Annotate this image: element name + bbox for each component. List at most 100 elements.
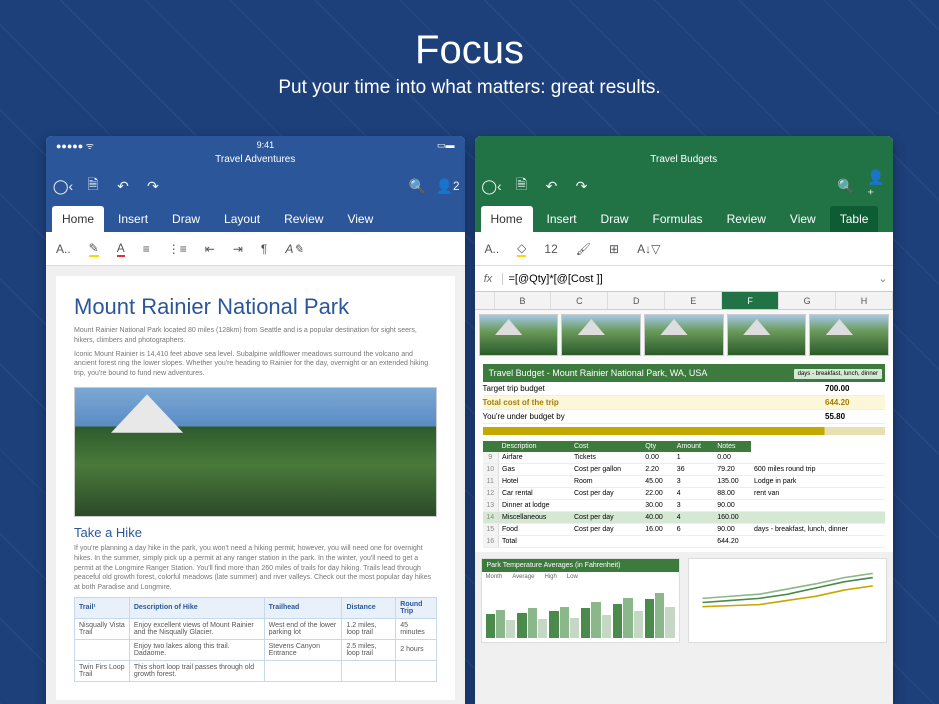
- tab-layout[interactable]: Layout: [214, 206, 270, 232]
- legend-item: Month: [486, 574, 503, 580]
- expense-table[interactable]: DescriptionCostQtyAmountNotes 9AirfareTi…: [483, 441, 886, 548]
- indent-icon[interactable]: ⇥: [233, 242, 243, 256]
- fx-label: fx: [475, 273, 503, 285]
- table-header: Distance: [342, 597, 396, 618]
- tab-draw[interactable]: Draw: [591, 206, 639, 232]
- tab-review[interactable]: Review: [274, 206, 333, 232]
- table-row[interactable]: 11HotelRoom45.003135.00Lodge in park: [483, 476, 886, 488]
- styles-icon[interactable]: A✎: [285, 242, 303, 256]
- undo-icon[interactable]: ↶: [114, 177, 132, 195]
- tab-table[interactable]: Table: [830, 206, 879, 232]
- col-header[interactable]: B: [495, 292, 552, 309]
- bar-group: [645, 586, 675, 638]
- bar-group: [613, 586, 643, 638]
- budget-bar: [483, 427, 886, 435]
- back-icon[interactable]: ◯‹: [483, 177, 501, 195]
- file-icon[interactable]: 🗎: [513, 177, 531, 195]
- col-header[interactable]: D: [608, 292, 665, 309]
- tab-insert[interactable]: Insert: [108, 206, 158, 232]
- col-header[interactable]: F: [722, 292, 779, 309]
- table-row: Twin Firs Loop TrailThis short loop trai…: [75, 660, 437, 681]
- doc-para: Iconic Mount Rainier is 14,410 feet abov…: [74, 350, 437, 379]
- font-picker[interactable]: A..: [485, 242, 500, 256]
- search-icon[interactable]: 🔍: [837, 177, 855, 195]
- numbering-icon[interactable]: ⋮≡: [168, 242, 187, 256]
- bullets-icon[interactable]: ≡: [143, 242, 150, 256]
- account-icon[interactable]: 👤2: [439, 177, 457, 195]
- table-row[interactable]: 12Car rentalCost per day22.00488.00rent …: [483, 488, 886, 500]
- formula-bar: fx ⌄: [475, 266, 894, 292]
- legend-item: Low: [567, 574, 578, 580]
- temperature-line-chart: [688, 558, 887, 643]
- redo-icon[interactable]: ↷: [573, 177, 591, 195]
- word-pane: ●●●●● ᯤ 9:41 ▭▬ Travel Adventures ◯‹ 🗎 ↶…: [46, 136, 465, 704]
- fill-color-icon[interactable]: ◇: [517, 241, 526, 257]
- bar-group: [517, 586, 547, 638]
- tab-view[interactable]: View: [337, 206, 383, 232]
- undo-icon[interactable]: ↶: [543, 177, 561, 195]
- table-header: Description of Hike: [129, 597, 264, 618]
- budget-row: Target trip budget700.00: [483, 382, 886, 396]
- highlight-icon[interactable]: ✎: [89, 241, 99, 257]
- col-header[interactable]: C: [551, 292, 608, 309]
- word-ribbon: A.. ✎ A ≡ ⋮≡ ⇤ ⇥ ¶ A✎: [46, 232, 465, 266]
- col-header[interactable]: E: [665, 292, 722, 309]
- word-toolbar: ◯‹ 🗎 ↶ ↷ 🔍 👤2: [46, 170, 465, 202]
- redo-icon[interactable]: ↷: [144, 177, 162, 195]
- trails-table: Trail¹Description of HikeTrailheadDistan…: [74, 597, 437, 682]
- tab-review[interactable]: Review: [717, 206, 776, 232]
- sort-filter-icon[interactable]: A↓▽: [637, 242, 660, 256]
- budget-sheet: Travel Budget - Mount Rainier National P…: [475, 360, 894, 552]
- table-row: Nisqually Vista TrailEnjoy excellent vie…: [75, 618, 437, 639]
- chevron-down-icon[interactable]: ⌄: [873, 272, 893, 285]
- doc-image: [74, 387, 437, 517]
- column-headers[interactable]: BCDEFGH: [475, 292, 894, 310]
- chart-title: Park Temperature Averages (in Fahrenheit…: [482, 559, 679, 572]
- table-row[interactable]: 10GasCost per gallon2.203679.20600 miles…: [483, 464, 886, 476]
- col-header[interactable]: H: [836, 292, 893, 309]
- excel-tabs: HomeInsertDrawFormulasReviewViewTable: [475, 202, 894, 232]
- table-row[interactable]: 9AirfareTickets0.0010.00: [483, 452, 886, 464]
- file-icon[interactable]: 🗎: [84, 177, 102, 195]
- tab-draw[interactable]: Draw: [162, 206, 210, 232]
- table-row[interactable]: 15FoodCost per day16.00690.00days - brea…: [483, 524, 886, 536]
- outdent-icon[interactable]: ⇤: [205, 242, 215, 256]
- word-tabs: HomeInsertDrawLayoutReviewView: [46, 202, 465, 232]
- thumbnail: [644, 314, 724, 356]
- format-painter-icon[interactable]: 🖌: [576, 242, 591, 256]
- tab-formulas[interactable]: Formulas: [643, 206, 713, 232]
- thumbnail: [809, 314, 889, 356]
- excel-toolbar: ◯‹ 🗎 ↶ ↷ 🔍 👤⁺: [475, 170, 894, 202]
- tab-home[interactable]: Home: [52, 206, 104, 232]
- thumbnail: [727, 314, 807, 356]
- table-row[interactable]: 14MiscellaneousCost per day40.004160.00: [483, 512, 886, 524]
- search-icon[interactable]: 🔍: [409, 177, 427, 195]
- table-row[interactable]: 16Total644.20: [483, 536, 886, 548]
- excel-pane: Travel Budgets ◯‹ 🗎 ↶ ↷ 🔍 👤⁺ HomeInsertD…: [475, 136, 894, 704]
- tab-home[interactable]: Home: [481, 206, 533, 232]
- doc-para: If you're planning a day hike in the par…: [74, 544, 437, 593]
- table-header: Round Trip: [396, 597, 436, 618]
- excel-content[interactable]: Travel Budget - Mount Rainier National P…: [475, 310, 894, 704]
- table-row[interactable]: 13Dinner at lodge30.00390.00: [483, 500, 886, 512]
- insert-cells-icon[interactable]: ⊞: [609, 242, 619, 256]
- share-icon[interactable]: 👤⁺: [867, 177, 885, 195]
- font-picker[interactable]: A..: [56, 242, 71, 256]
- legend-item: High: [544, 574, 556, 580]
- font-color-icon[interactable]: A: [117, 241, 125, 257]
- tab-insert[interactable]: Insert: [537, 206, 587, 232]
- battery-icon: ▭▬: [437, 140, 455, 151]
- carrier-dots: ●●●●● ᯤ: [56, 139, 94, 152]
- word-content[interactable]: Mount Rainier National Park Mount Rainie…: [46, 266, 465, 704]
- tab-view[interactable]: View: [780, 206, 826, 232]
- doc-subheading: Take a Hike: [74, 525, 437, 540]
- table-header: Trail¹: [75, 597, 130, 618]
- col-header[interactable]: G: [779, 292, 836, 309]
- doc-heading: Mount Rainier National Park: [74, 294, 437, 320]
- font-size[interactable]: 12: [544, 242, 557, 256]
- back-icon[interactable]: ◯‹: [54, 177, 72, 195]
- temperature-bar-chart: Park Temperature Averages (in Fahrenheit…: [481, 558, 680, 643]
- formula-input[interactable]: [503, 273, 874, 285]
- paragraph-icon[interactable]: ¶: [261, 242, 267, 256]
- excel-ribbon: A.. ◇ 12 🖌 ⊞ A↓▽: [475, 232, 894, 266]
